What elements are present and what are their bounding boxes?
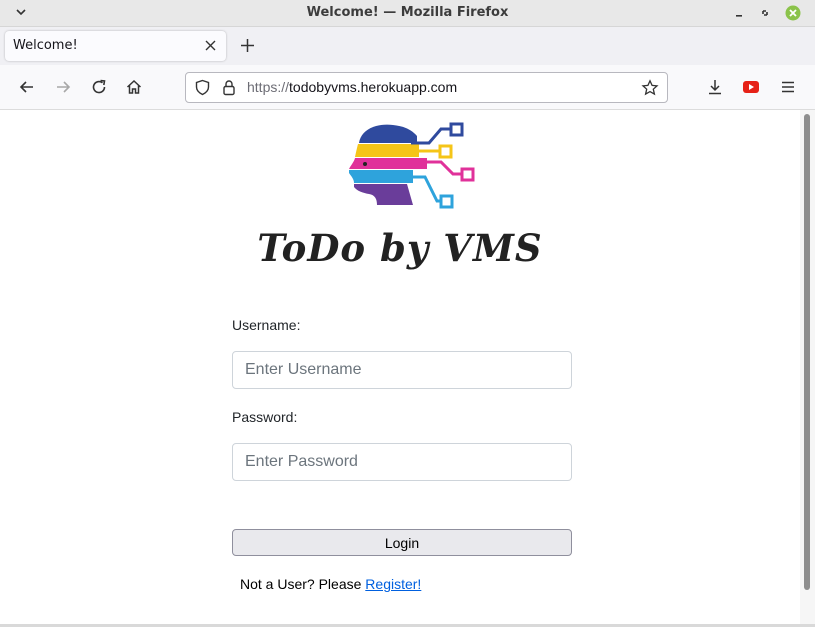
tab-strip: Welcome! [0, 27, 815, 65]
plus-icon[interactable] [240, 38, 255, 53]
username-label: Username: [232, 317, 301, 333]
hamburger-menu-icon[interactable] [779, 78, 797, 96]
page-content: ToDo by VMS Username: Password: Login No… [0, 110, 800, 627]
register-link[interactable]: Register! [365, 576, 421, 592]
login-button[interactable]: Login [232, 529, 572, 556]
url-host: todobyvms.herokuapp.com [289, 79, 458, 95]
todo-vms-logo-icon [349, 122, 475, 209]
minimize-icon[interactable] [731, 5, 747, 21]
arrow-left-icon[interactable] [18, 78, 36, 96]
url-scheme: https:// [247, 79, 290, 95]
arrow-right-icon[interactable] [54, 78, 72, 96]
username-input[interactable] [232, 351, 572, 389]
youtube-icon[interactable] [742, 79, 760, 95]
maximize-icon[interactable] [757, 5, 773, 21]
url-text[interactable]: https://todobyvms.herokuapp.com [247, 79, 457, 95]
password-input[interactable] [232, 443, 572, 481]
reload-icon[interactable] [90, 78, 108, 96]
close-icon[interactable] [205, 40, 216, 51]
address-bar[interactable]: https://todobyvms.herokuapp.com [185, 72, 668, 103]
window-titlebar: Welcome! — Mozilla Firefox [0, 0, 815, 27]
tab-welcome[interactable]: Welcome! [5, 31, 226, 61]
download-icon[interactable] [706, 78, 724, 96]
lock-icon[interactable] [221, 79, 237, 96]
register-prompt: Not a User? Please Register! [240, 576, 421, 592]
password-label: Password: [232, 409, 298, 425]
home-icon[interactable] [125, 78, 143, 96]
register-prompt-text: Not a User? Please [240, 576, 366, 592]
nav-toolbar: https://todobyvms.herokuapp.com [0, 65, 815, 110]
shield-icon[interactable] [194, 79, 211, 96]
star-icon[interactable] [641, 79, 659, 97]
brand-title: ToDo by VMS [257, 226, 543, 270]
close-icon[interactable] [785, 5, 801, 21]
window-title: Welcome! — Mozilla Firefox [306, 5, 509, 20]
scrollbar-thumb[interactable] [804, 114, 810, 590]
tab-label: Welcome! [13, 38, 78, 53]
